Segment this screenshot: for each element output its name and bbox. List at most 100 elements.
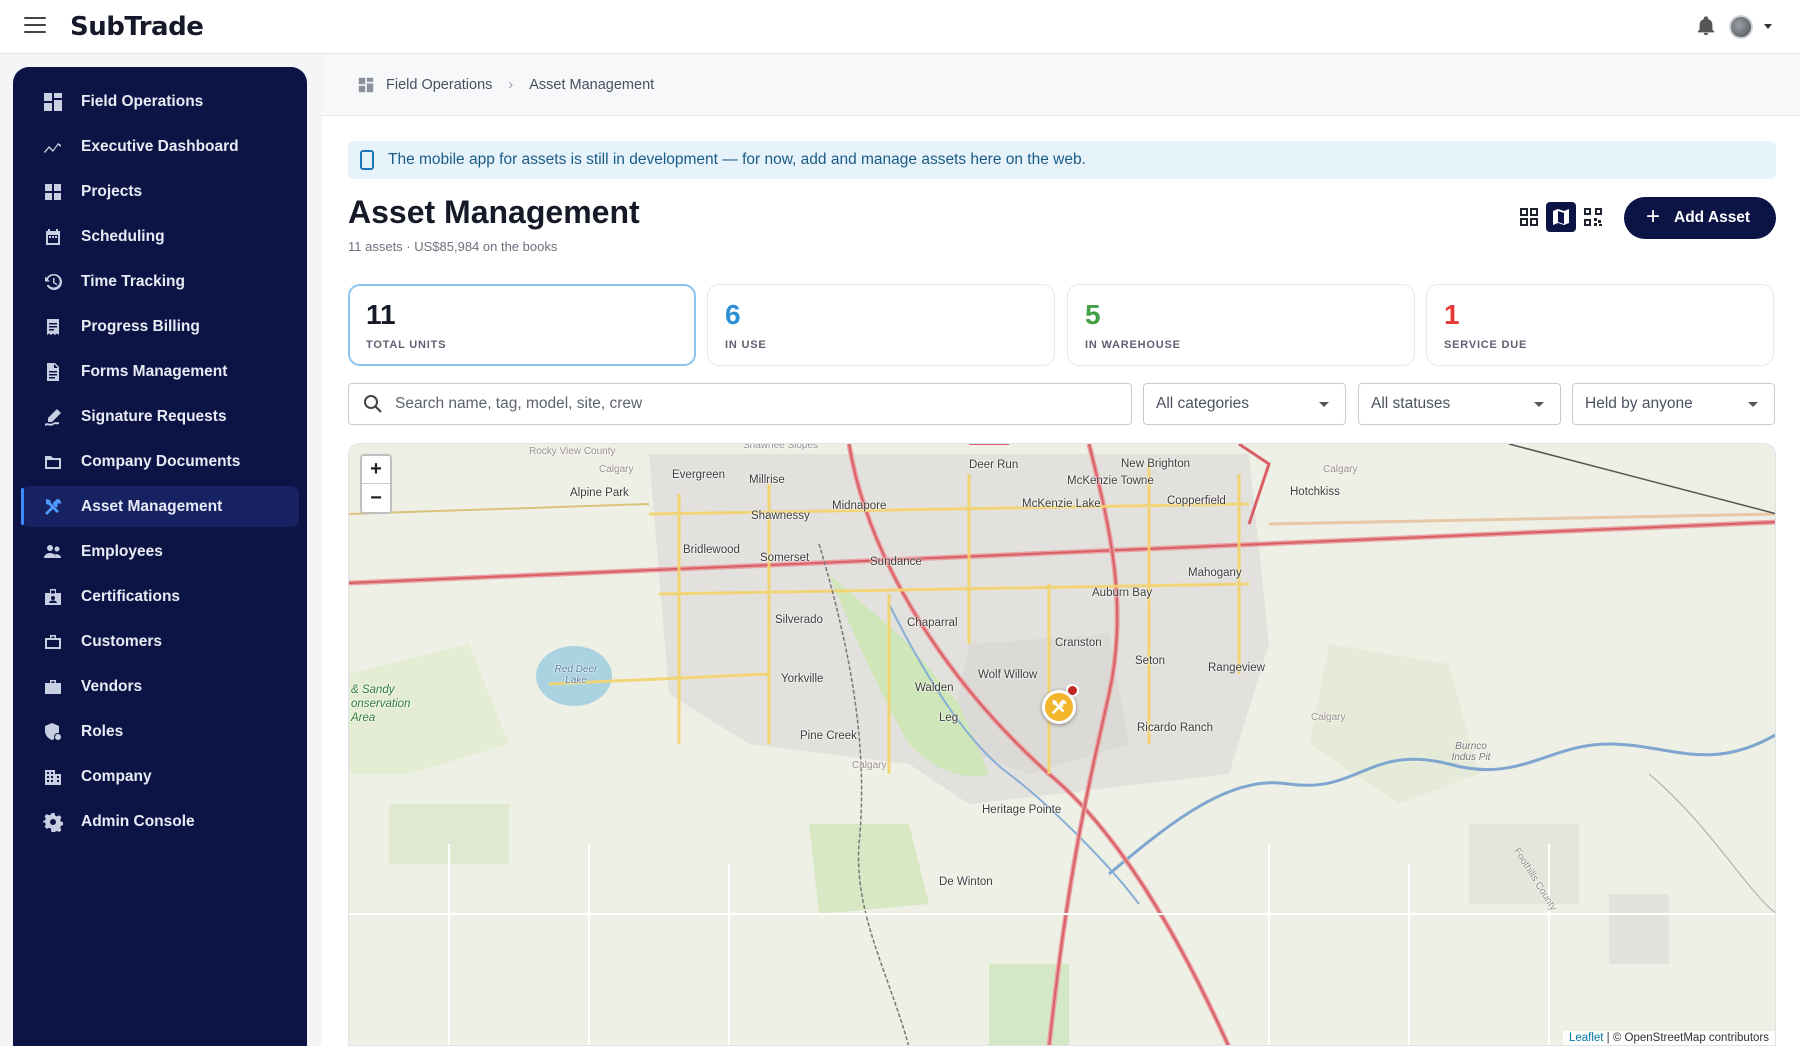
grid-view-icon[interactable] [1514, 202, 1544, 232]
sidebar-item-projects[interactable]: Projects [21, 171, 299, 212]
map-label: Rangeview [1208, 662, 1265, 674]
store-icon [43, 677, 63, 697]
sidebar-item-asset-management[interactable]: Asset Management [21, 486, 299, 527]
map-label: Red Deer Lake [554, 664, 598, 686]
zoom-in-button[interactable]: + [362, 456, 390, 484]
sidebar-item-company[interactable]: Company [21, 756, 299, 797]
holder-select-value: Held by anyone [1585, 395, 1693, 412]
map-label: Rocky View County [529, 446, 616, 457]
sidebar-item-signature-requests[interactable]: Signature Requests [21, 396, 299, 437]
stat-card-in-warehouse[interactable]: 5 IN WAREHOUSE [1067, 284, 1415, 366]
map-label: Mahogany [1188, 567, 1242, 579]
map-label: Yorkville [781, 673, 824, 685]
search-input[interactable] [395, 395, 1095, 413]
holder-select[interactable]: Held by anyone [1572, 383, 1775, 425]
sidebar-item-progress-billing[interactable]: Progress Billing [21, 306, 299, 347]
map-label: Alpine Park [570, 487, 629, 499]
user-avatar[interactable] [1729, 15, 1753, 39]
map-label: Calgary [1311, 712, 1346, 723]
sidebar-item-label: Admin Console [81, 812, 195, 830]
stat-card-total-units[interactable]: 11 TOTAL UNITS [348, 284, 696, 366]
dashboard-grid-icon [43, 92, 63, 112]
asset-marker[interactable] [1042, 690, 1076, 724]
menu-icon[interactable] [24, 17, 46, 35]
sidebar: Field Operations Executive Dashboard Pro… [13, 67, 307, 1046]
signature-pen-icon [43, 407, 63, 427]
sidebar-item-employees[interactable]: Employees [21, 531, 299, 572]
map-label: Shawnessy [751, 510, 810, 522]
map-label: Shawnee Slopes [743, 443, 819, 451]
map-label: Walden [915, 682, 954, 694]
sidebar-item-label: Signature Requests [81, 407, 227, 425]
map-label: Millrise [749, 474, 785, 486]
map-label: Deer Run [969, 459, 1019, 471]
folder-icon [43, 452, 63, 472]
sidebar-item-forms-management[interactable]: Forms Management [21, 351, 299, 392]
sidebar-item-label: Company Documents [81, 452, 241, 470]
sidebar-item-label: Certifications [81, 587, 181, 605]
asset-map[interactable]: + − Evergreen Millrise Alpine Park Shawn… [348, 443, 1776, 1046]
banner-text: The mobile app for assets is still in de… [388, 151, 1086, 168]
sidebar-item-label: Executive Dashboard [81, 137, 239, 155]
people-icon [43, 542, 63, 562]
add-asset-button[interactable]: + Add Asset [1624, 197, 1776, 239]
stat-value: 6 [725, 299, 741, 330]
receipt-icon [43, 317, 63, 337]
stat-card-in-use[interactable]: 6 IN USE [707, 284, 1055, 366]
sidebar-item-executive-dashboard[interactable]: Executive Dashboard [21, 126, 299, 167]
badge-icon [43, 587, 63, 607]
stat-label: IN USE [725, 339, 767, 351]
search-icon [364, 395, 382, 413]
chevron-down-icon [1748, 402, 1758, 407]
shield-user-icon [43, 722, 63, 742]
sidebar-item-label: Customers [81, 632, 162, 650]
sidebar-item-label: Progress Billing [81, 317, 200, 335]
chevron-down-icon[interactable] [1764, 24, 1772, 29]
briefcase-icon [43, 632, 63, 652]
map-label: Burnco Indus Pit [1451, 741, 1491, 763]
sidebar-item-admin-console[interactable]: Admin Console [21, 801, 299, 842]
map-attribution: Leaflet | © OpenStreetMap contributors [1562, 1031, 1775, 1045]
zoom-control: + − [360, 454, 392, 514]
sidebar-item-label: Projects [81, 182, 143, 200]
sidebar-item-time-tracking[interactable]: Time Tracking [21, 261, 299, 302]
sidebar-item-roles[interactable]: Roles [21, 711, 299, 752]
status-select-value: All statuses [1371, 395, 1451, 412]
sidebar-item-customers[interactable]: Customers [21, 621, 299, 662]
info-banner: The mobile app for assets is still in de… [348, 141, 1776, 179]
map-label: Leg [939, 712, 959, 724]
zoom-out-button[interactable]: − [362, 484, 390, 512]
trend-chart-icon [43, 137, 63, 157]
stat-value: 5 [1085, 299, 1101, 330]
map-view-icon[interactable] [1546, 202, 1576, 232]
map-label: Seton [1135, 655, 1166, 667]
projects-grid-icon [43, 182, 63, 202]
leaflet-link[interactable]: Leaflet [1569, 1032, 1604, 1044]
sidebar-item-certifications[interactable]: Certifications [21, 576, 299, 617]
sidebar-item-company-documents[interactable]: Company Documents [21, 441, 299, 482]
qr-code-icon[interactable] [1578, 202, 1608, 232]
add-asset-label: Add Asset [1674, 209, 1751, 226]
sidebar-item-vendors[interactable]: Vendors [21, 666, 299, 707]
search-box[interactable] [348, 383, 1132, 425]
sidebar-item-field-operations[interactable]: Field Operations [21, 81, 299, 122]
notification-bell-icon[interactable] [1695, 14, 1717, 38]
brand-logo[interactable]: SubTrade [70, 12, 204, 42]
page-subtitle: 11 assets · US$85,984 on the books [348, 239, 558, 254]
history-clock-icon [43, 272, 63, 292]
stat-card-service-due[interactable]: 1 SERVICE DUE [1426, 284, 1774, 366]
status-select[interactable]: All statuses [1358, 383, 1561, 425]
category-select[interactable]: All categories [1143, 383, 1346, 425]
breadcrumb-link-field-operations[interactable]: Field Operations [386, 77, 492, 93]
map-label: Hotchkiss [1290, 486, 1340, 498]
breadcrumb-current: Asset Management [529, 76, 655, 93]
top-bar: SubTrade [0, 0, 1800, 54]
sidebar-item-scheduling[interactable]: Scheduling [21, 216, 299, 257]
category-select-value: All categories [1156, 395, 1250, 412]
map-label: Somerset [760, 552, 810, 564]
map-label: Calgary [852, 760, 887, 771]
map-label: Calgary [599, 464, 634, 475]
map-label: Silverado [775, 614, 823, 626]
map-label: Auburn Bay [1092, 587, 1153, 599]
chevron-right-icon: › [508, 76, 514, 93]
